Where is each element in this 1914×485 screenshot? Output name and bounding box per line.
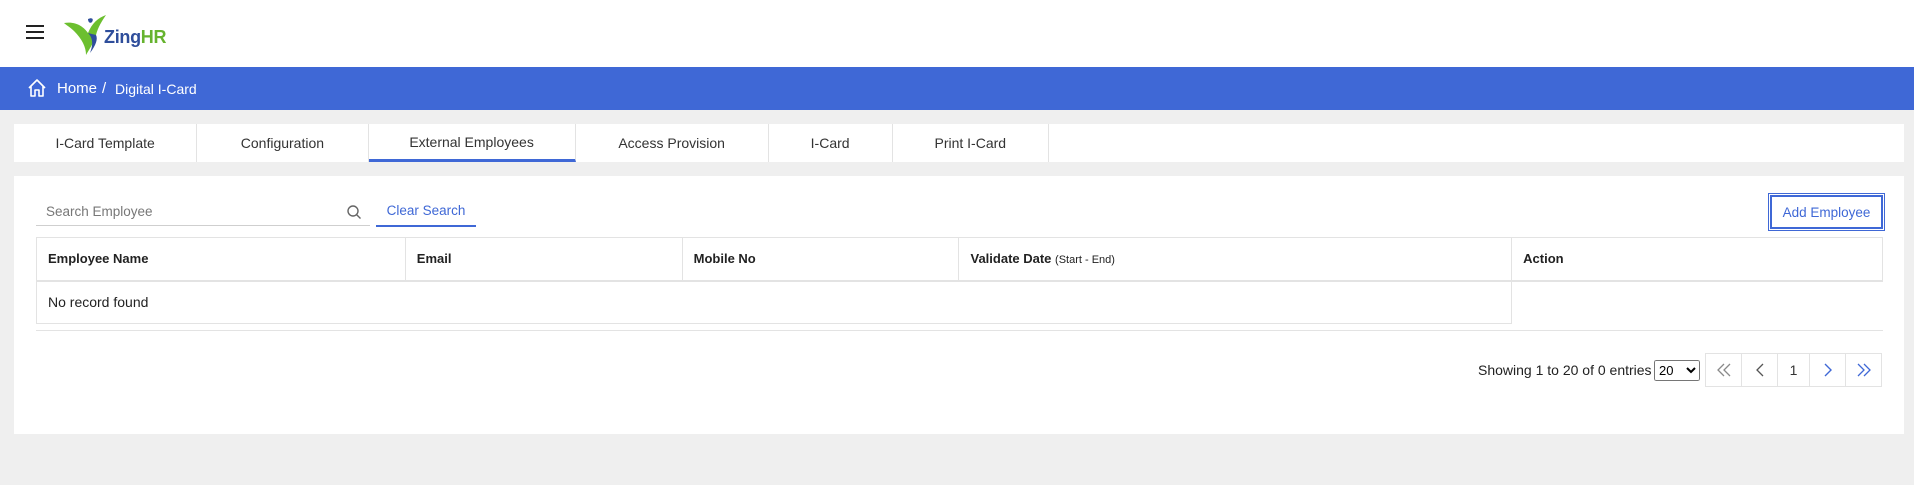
table-row: No record found xyxy=(35,280,1883,324)
first-page-button[interactable] xyxy=(1705,353,1742,387)
validate-date-label: Validate Date xyxy=(970,251,1052,267)
tab-icard-template[interactable]: I-Card Template xyxy=(14,124,198,162)
column-header-validate-date[interactable]: Validate Date (Start - End) xyxy=(958,237,1513,282)
tab-bar: I-Card Template Configuration External E… xyxy=(14,124,1050,162)
logo-text-hr: HR xyxy=(140,27,167,47)
employees-table: Employee Name Email Mobile No Validate D… xyxy=(35,237,1883,324)
page-size-select[interactable]: 20 xyxy=(1654,360,1700,381)
column-header-employee-name[interactable]: Employee Name xyxy=(36,237,406,282)
clear-search-button[interactable]: Clear Search xyxy=(376,196,476,227)
home-icon[interactable] xyxy=(27,78,47,98)
breadcrumb-current: Digital I-Card xyxy=(115,81,197,97)
breadcrumb-separator: / xyxy=(102,80,107,97)
chevron-left-icon xyxy=(1755,363,1763,377)
next-page-button[interactable] xyxy=(1809,353,1846,387)
double-chevron-right-icon xyxy=(1857,363,1871,377)
last-page-button[interactable] xyxy=(1845,353,1882,387)
content-panel: Search Employee Clear Search Add Employe… xyxy=(14,176,1904,434)
previous-page-button[interactable] xyxy=(1741,353,1778,387)
tab-access-provision[interactable]: Access Provision xyxy=(576,124,769,162)
tab-external-employees[interactable]: External Employees xyxy=(368,124,576,162)
add-employee-button[interactable]: Add Employee xyxy=(1768,193,1885,231)
chevron-right-icon xyxy=(1824,363,1832,377)
page-number-button[interactable]: 1 xyxy=(1777,353,1810,387)
hamburger-menu-icon[interactable] xyxy=(26,25,46,41)
table-header-row: Employee Name Email Mobile No Validate D… xyxy=(36,237,1883,282)
tab-icard[interactable]: I-Card xyxy=(769,124,893,162)
tab-print-icard[interactable]: Print I-Card xyxy=(893,124,1050,162)
pagination: 1 xyxy=(1705,353,1882,387)
search-placeholder: Search Employee xyxy=(46,204,153,219)
logo-text-zing: Zing xyxy=(104,27,141,47)
logo-text: ZingHR xyxy=(104,27,167,48)
validate-date-hint: (Start - End) xyxy=(1055,254,1115,267)
column-header-action: Action xyxy=(1511,237,1883,282)
search-input[interactable]: Search Employee xyxy=(36,196,370,226)
search-icon[interactable] xyxy=(346,204,362,220)
breadcrumb: Home / Digital I-Card xyxy=(0,67,1914,110)
pagination-info: Showing 1 to 20 of 0 entries xyxy=(1478,362,1652,378)
tab-configuration[interactable]: Configuration xyxy=(197,124,369,162)
double-chevron-left-icon xyxy=(1716,363,1730,377)
column-header-email[interactable]: Email xyxy=(404,237,683,282)
empty-message: No record found xyxy=(35,280,1513,324)
top-bar: ZingHR xyxy=(0,0,1914,67)
breadcrumb-home-link[interactable]: Home xyxy=(57,80,97,97)
divider xyxy=(36,330,1883,331)
column-header-mobile-no[interactable]: Mobile No xyxy=(681,237,960,282)
